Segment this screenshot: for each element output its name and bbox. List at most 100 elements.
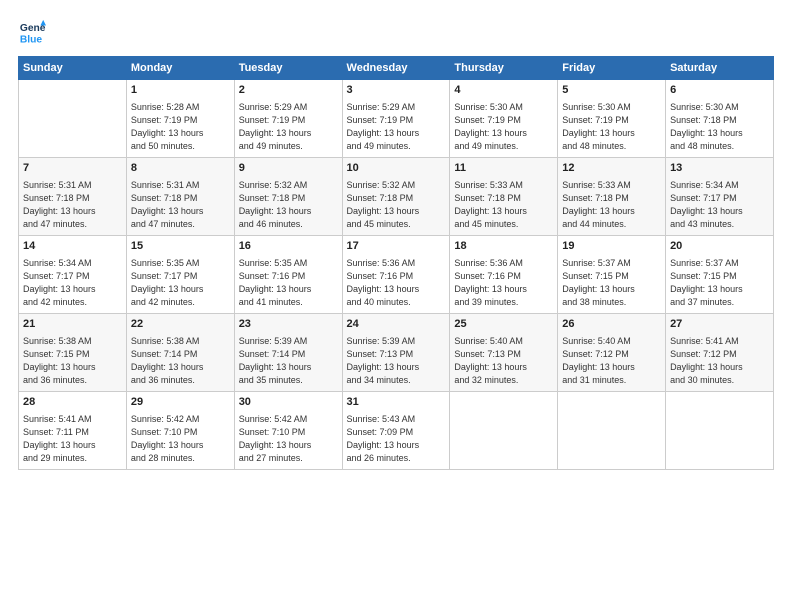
day-number: 11 xyxy=(454,161,553,177)
cell-info: Sunrise: 5:41 AM xyxy=(23,413,122,426)
cell-info: Sunset: 7:18 PM xyxy=(454,192,553,205)
cell-info: Sunset: 7:16 PM xyxy=(347,270,446,283)
cell-info: Daylight: 13 hours xyxy=(347,205,446,218)
cell-info: Daylight: 13 hours xyxy=(562,205,661,218)
column-header-saturday: Saturday xyxy=(666,57,774,80)
calendar-cell xyxy=(666,392,774,470)
cell-info: Sunset: 7:10 PM xyxy=(239,426,338,439)
week-row-5: 28Sunrise: 5:41 AMSunset: 7:11 PMDayligh… xyxy=(19,392,774,470)
cell-info: Sunset: 7:17 PM xyxy=(131,270,230,283)
calendar-cell: 3Sunrise: 5:29 AMSunset: 7:19 PMDaylight… xyxy=(342,80,450,158)
calendar-cell: 4Sunrise: 5:30 AMSunset: 7:19 PMDaylight… xyxy=(450,80,558,158)
calendar-cell: 17Sunrise: 5:36 AMSunset: 7:16 PMDayligh… xyxy=(342,236,450,314)
cell-info: and 43 minutes. xyxy=(670,218,769,231)
cell-info: and 38 minutes. xyxy=(562,296,661,309)
cell-info: Daylight: 13 hours xyxy=(454,361,553,374)
cell-info: and 49 minutes. xyxy=(454,140,553,153)
cell-info: Sunrise: 5:38 AM xyxy=(131,335,230,348)
cell-info: Daylight: 13 hours xyxy=(239,361,338,374)
cell-info: Sunrise: 5:31 AM xyxy=(23,179,122,192)
cell-info: Sunset: 7:12 PM xyxy=(562,348,661,361)
cell-info: Daylight: 13 hours xyxy=(131,127,230,140)
header: General Blue xyxy=(18,18,774,46)
cell-info: Sunset: 7:11 PM xyxy=(23,426,122,439)
day-number: 6 xyxy=(670,83,769,99)
calendar-cell: 9Sunrise: 5:32 AMSunset: 7:18 PMDaylight… xyxy=(234,158,342,236)
cell-info: Sunset: 7:15 PM xyxy=(670,270,769,283)
day-number: 9 xyxy=(239,161,338,177)
calendar-cell: 21Sunrise: 5:38 AMSunset: 7:15 PMDayligh… xyxy=(19,314,127,392)
cell-info: Daylight: 13 hours xyxy=(454,205,553,218)
cell-info: and 26 minutes. xyxy=(347,452,446,465)
cell-info: and 42 minutes. xyxy=(23,296,122,309)
cell-info: Sunrise: 5:40 AM xyxy=(454,335,553,348)
calendar-cell: 31Sunrise: 5:43 AMSunset: 7:09 PMDayligh… xyxy=(342,392,450,470)
calendar-cell: 27Sunrise: 5:41 AMSunset: 7:12 PMDayligh… xyxy=(666,314,774,392)
cell-info: Daylight: 13 hours xyxy=(670,361,769,374)
cell-info: Sunrise: 5:41 AM xyxy=(670,335,769,348)
header-row: SundayMondayTuesdayWednesdayThursdayFrid… xyxy=(19,57,774,80)
cell-info: and 47 minutes. xyxy=(23,218,122,231)
calendar-cell: 12Sunrise: 5:33 AMSunset: 7:18 PMDayligh… xyxy=(558,158,666,236)
column-header-friday: Friday xyxy=(558,57,666,80)
cell-info: and 46 minutes. xyxy=(239,218,338,231)
cell-info: Sunset: 7:14 PM xyxy=(131,348,230,361)
day-number: 8 xyxy=(131,161,230,177)
day-number: 30 xyxy=(239,395,338,411)
cell-info: and 40 minutes. xyxy=(347,296,446,309)
cell-info: Sunset: 7:18 PM xyxy=(23,192,122,205)
cell-info: Daylight: 13 hours xyxy=(239,127,338,140)
day-number: 22 xyxy=(131,317,230,333)
day-number: 21 xyxy=(23,317,122,333)
week-row-1: 1Sunrise: 5:28 AMSunset: 7:19 PMDaylight… xyxy=(19,80,774,158)
calendar-cell: 24Sunrise: 5:39 AMSunset: 7:13 PMDayligh… xyxy=(342,314,450,392)
cell-info: Sunset: 7:18 PM xyxy=(562,192,661,205)
cell-info: Sunrise: 5:33 AM xyxy=(562,179,661,192)
cell-info: and 30 minutes. xyxy=(670,374,769,387)
cell-info: Sunrise: 5:29 AM xyxy=(239,101,338,114)
cell-info: Daylight: 13 hours xyxy=(562,283,661,296)
day-number: 14 xyxy=(23,239,122,255)
cell-info: Sunrise: 5:34 AM xyxy=(670,179,769,192)
cell-info: Daylight: 13 hours xyxy=(670,205,769,218)
cell-info: Daylight: 13 hours xyxy=(347,439,446,452)
cell-info: Sunset: 7:13 PM xyxy=(347,348,446,361)
cell-info: Sunrise: 5:36 AM xyxy=(347,257,446,270)
cell-info: Sunrise: 5:35 AM xyxy=(131,257,230,270)
cell-info: and 49 minutes. xyxy=(239,140,338,153)
day-number: 7 xyxy=(23,161,122,177)
calendar-cell: 7Sunrise: 5:31 AMSunset: 7:18 PMDaylight… xyxy=(19,158,127,236)
day-number: 10 xyxy=(347,161,446,177)
calendar-cell: 28Sunrise: 5:41 AMSunset: 7:11 PMDayligh… xyxy=(19,392,127,470)
cell-info: Sunset: 7:13 PM xyxy=(454,348,553,361)
cell-info: Daylight: 13 hours xyxy=(131,205,230,218)
cell-info: Sunrise: 5:31 AM xyxy=(131,179,230,192)
calendar-cell: 1Sunrise: 5:28 AMSunset: 7:19 PMDaylight… xyxy=(126,80,234,158)
day-number: 20 xyxy=(670,239,769,255)
calendar-cell xyxy=(558,392,666,470)
calendar-cell: 18Sunrise: 5:36 AMSunset: 7:16 PMDayligh… xyxy=(450,236,558,314)
cell-info: Sunrise: 5:30 AM xyxy=(454,101,553,114)
day-number: 19 xyxy=(562,239,661,255)
day-number: 3 xyxy=(347,83,446,99)
cell-info: Sunset: 7:19 PM xyxy=(562,114,661,127)
cell-info: Daylight: 13 hours xyxy=(23,361,122,374)
cell-info: Sunset: 7:15 PM xyxy=(23,348,122,361)
cell-info: Sunrise: 5:37 AM xyxy=(562,257,661,270)
cell-info: Sunrise: 5:42 AM xyxy=(131,413,230,426)
calendar-cell: 14Sunrise: 5:34 AMSunset: 7:17 PMDayligh… xyxy=(19,236,127,314)
column-header-monday: Monday xyxy=(126,57,234,80)
day-number: 18 xyxy=(454,239,553,255)
day-number: 17 xyxy=(347,239,446,255)
day-number: 23 xyxy=(239,317,338,333)
cell-info: Sunrise: 5:39 AM xyxy=(239,335,338,348)
day-number: 4 xyxy=(454,83,553,99)
day-number: 26 xyxy=(562,317,661,333)
cell-info: Sunset: 7:16 PM xyxy=(454,270,553,283)
cell-info: Sunrise: 5:32 AM xyxy=(347,179,446,192)
cell-info: Daylight: 13 hours xyxy=(131,361,230,374)
calendar-cell xyxy=(19,80,127,158)
calendar-cell: 5Sunrise: 5:30 AMSunset: 7:19 PMDaylight… xyxy=(558,80,666,158)
cell-info: Daylight: 13 hours xyxy=(454,283,553,296)
cell-info: Sunset: 7:18 PM xyxy=(347,192,446,205)
